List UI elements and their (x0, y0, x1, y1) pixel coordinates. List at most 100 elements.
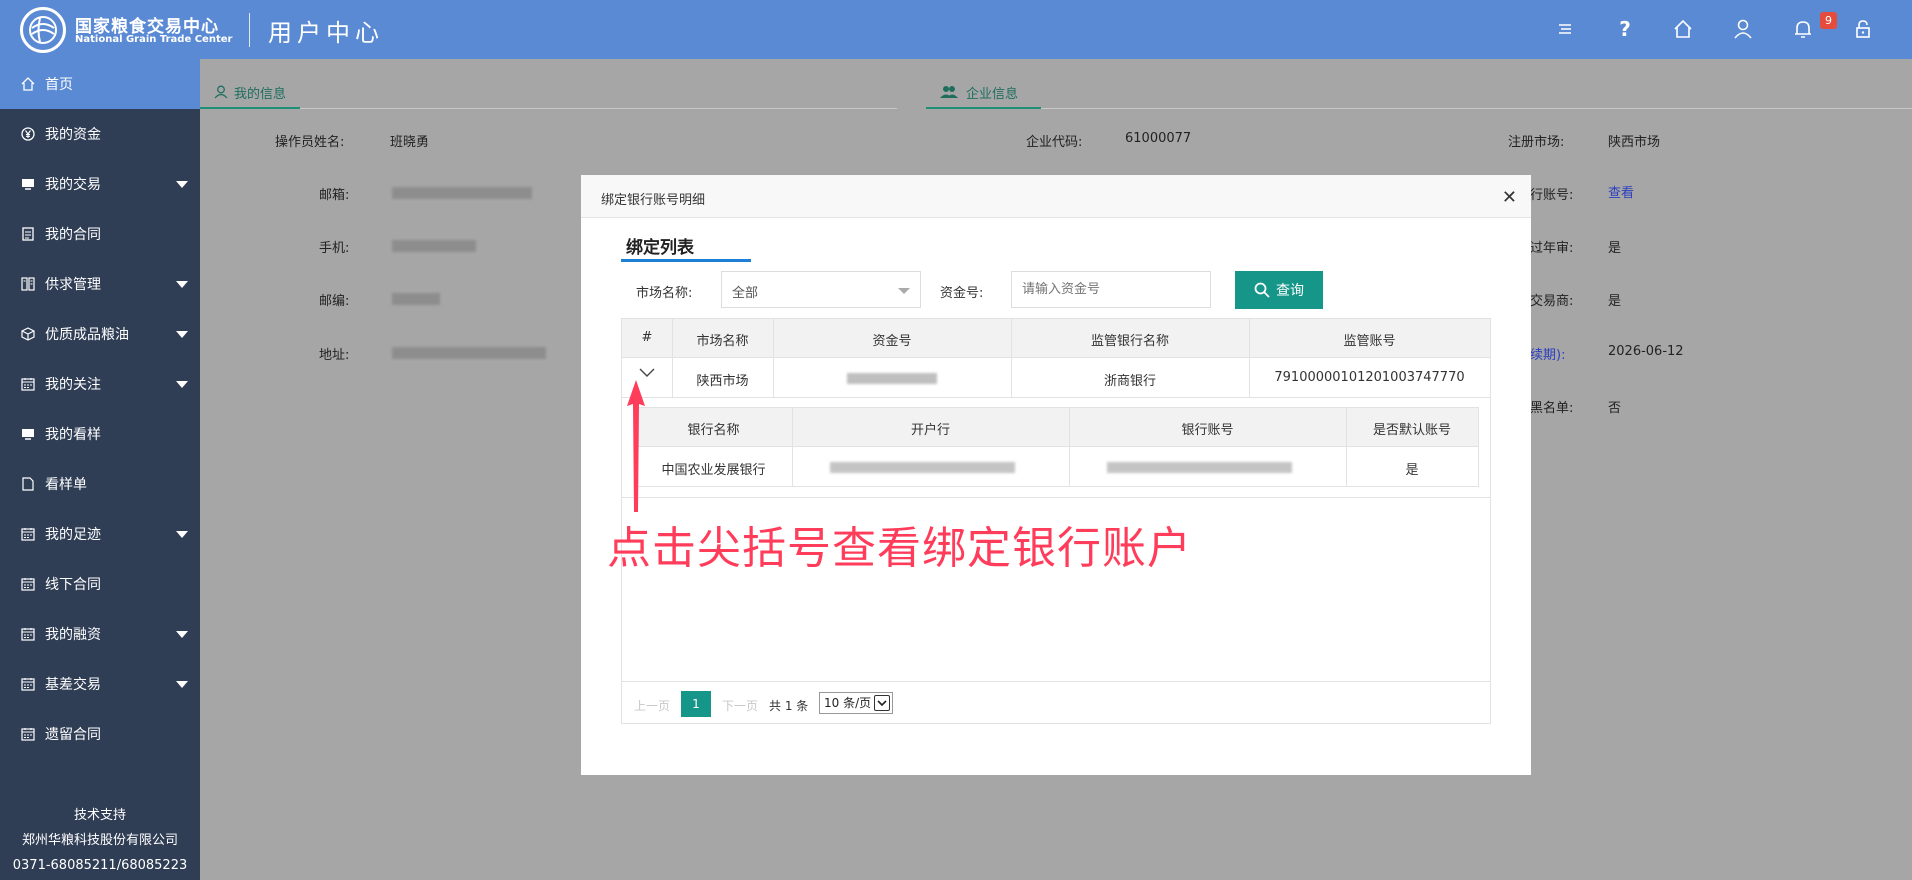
tab-label: 我的信息 (234, 86, 287, 102)
footer-phone: 0371-68085211/68085223 (12, 858, 188, 873)
sidebar-item-label: 看样单 (45, 477, 87, 493)
sidebar-item-my-samples[interactable]: 我的看样 (0, 409, 200, 459)
phone-value-redacted (392, 240, 476, 252)
register-market-value: 陕西市场 (1608, 135, 1661, 150)
sidebar-item-financing[interactable]: 我的融资 (0, 609, 200, 659)
row-market: 陕西市场 (696, 374, 749, 389)
sub-row-bank-name: 中国农业发展银行 (661, 463, 766, 478)
trader-value: 是 (1608, 294, 1622, 309)
trade-icon (20, 177, 35, 192)
sidebar-item-label: 我的交易 (45, 177, 101, 193)
annual-review-label: 过年审: (1530, 241, 1574, 256)
tab-underline-left (200, 108, 897, 109)
view-bank-account-link[interactable]: 查看 (1608, 182, 1634, 201)
notification-badge[interactable]: 9 (1820, 12, 1837, 29)
tab-my-info[interactable]: 我的信息 (200, 77, 301, 109)
sub-col-header-bank-account: 银行账号 (1181, 423, 1234, 438)
bank-account-label: 行账号: (1530, 188, 1574, 203)
prev-page-button[interactable]: 上一页 (634, 697, 670, 714)
calendar-icon (20, 727, 35, 742)
modal-title: 绑定银行账号明细 (601, 193, 706, 208)
row-supervise-bank: 浙商银行 (1103, 374, 1156, 389)
sub-row-default: 是 (1405, 463, 1419, 478)
page-subtitle: 用户中心 (268, 19, 384, 47)
col-header-market: 市场名称 (696, 334, 749, 349)
sidebar-item-label: 我的融资 (45, 627, 101, 643)
market-select[interactable]: 全部 (721, 271, 921, 308)
search-icon (1254, 282, 1270, 298)
fund-filter-label: 资金号: (940, 286, 984, 301)
sidebar-item-label: 我的看样 (45, 427, 101, 443)
col-header-supervise-bank: 监管银行名称 (1090, 334, 1169, 349)
sidebar-item-basis-trade[interactable]: 基差交易 (0, 659, 200, 709)
sidebar-item-contracts[interactable]: 我的合同 (0, 209, 200, 259)
email-label: 邮箱: (319, 188, 350, 203)
list-title: 绑定列表 (626, 238, 694, 258)
logo (20, 7, 66, 53)
page-size-value: 10 条/页 (824, 696, 872, 710)
sidebar-item-label: 首页 (45, 77, 73, 93)
brand-name-en: National Grain Trade Center (75, 34, 233, 45)
supply-icon (20, 277, 35, 292)
blacklist-label: 黑名单: (1530, 401, 1574, 416)
close-icon[interactable]: ✕ (1502, 187, 1517, 208)
query-button[interactable]: 查询 (1235, 271, 1323, 309)
sidebar-item-offline-contracts[interactable]: 线下合同 (0, 559, 200, 609)
calendar-icon (20, 677, 35, 692)
sidebar-item-label: 供求管理 (45, 277, 101, 293)
calendar-icon (20, 577, 35, 592)
market-filter-label: 市场名称: (636, 286, 693, 301)
address-label: 地址: (319, 348, 350, 363)
page-1-button[interactable]: 1 (681, 691, 711, 717)
sidebar-item-label: 线下合同 (45, 577, 101, 593)
tab-company-info[interactable]: 企业信息 (926, 77, 1041, 109)
query-button-label: 查询 (1276, 282, 1304, 298)
sidebar-item-label: 优质成品粮油 (45, 327, 129, 343)
company-code-value: 61000077 (1125, 131, 1192, 146)
chevron-down-icon (176, 531, 188, 538)
sidebar-item-funds[interactable]: 我的资金 (0, 109, 200, 159)
sidebar-item-label: 我的足迹 (45, 527, 101, 543)
chevron-down-icon (176, 681, 188, 688)
yen-icon (20, 127, 35, 142)
bell-icon[interactable] (1791, 17, 1815, 41)
sub-row-branch-redacted (830, 462, 1015, 473)
sidebar-item-home[interactable]: 首页 (0, 59, 200, 109)
expire-date-value: 2026-06-12 (1608, 344, 1684, 359)
user-icon[interactable] (1731, 17, 1755, 41)
sidebar-item-trade[interactable]: 我的交易 (0, 159, 200, 209)
lock-icon[interactable] (1851, 17, 1875, 41)
postcode-label: 邮编: (319, 294, 350, 309)
sub-table: 银行名称 开户行 银行账号 是否默认账号 中国农业发展银行 是 (634, 407, 1479, 487)
sidebar-item-label: 遗留合同 (45, 727, 101, 743)
top-bar: 国家粮食交易中心 National Grain Trade Center 用户中… (0, 0, 1912, 59)
users-icon (940, 86, 958, 98)
row-fund-number-redacted (847, 373, 937, 384)
chevron-down-icon (176, 381, 188, 388)
chevron-down-icon (176, 181, 188, 188)
help-icon[interactable]: ? (1613, 17, 1637, 41)
home-icon[interactable] (1671, 17, 1695, 41)
menu-list-icon[interactable] (1553, 17, 1577, 41)
sidebar-item-supply[interactable]: 供求管理 (0, 259, 200, 309)
fund-number-input[interactable] (1011, 271, 1211, 308)
col-header-supervise-account: 监管账号 (1343, 334, 1396, 349)
sub-col-header-default: 是否默认账号 (1372, 423, 1451, 438)
calendar-icon (20, 627, 35, 642)
calendar-icon (20, 527, 35, 542)
sidebar-item-sample-list[interactable]: 看样单 (0, 459, 200, 509)
sidebar-item-quality-grain[interactable]: 优质成品粮油 (0, 309, 200, 359)
sidebar-item-follow[interactable]: 我的关注 (0, 359, 200, 409)
page-size-select[interactable]: 10 条/页 (819, 692, 893, 714)
trader-label: 交易商: (1530, 294, 1574, 309)
chevron-down-icon (176, 631, 188, 638)
contract-icon (20, 227, 35, 242)
sidebar-item-footprint[interactable]: 我的足迹 (0, 509, 200, 559)
next-page-button[interactable]: 下一页 (722, 697, 758, 714)
blacklist-value: 否 (1608, 401, 1622, 416)
chevron-down-icon (176, 281, 188, 288)
chevron-down-icon (898, 288, 910, 294)
sample-icon (20, 427, 35, 442)
sidebar-item-legacy-contracts[interactable]: 遗留合同 (0, 709, 200, 759)
user-icon (214, 85, 228, 99)
